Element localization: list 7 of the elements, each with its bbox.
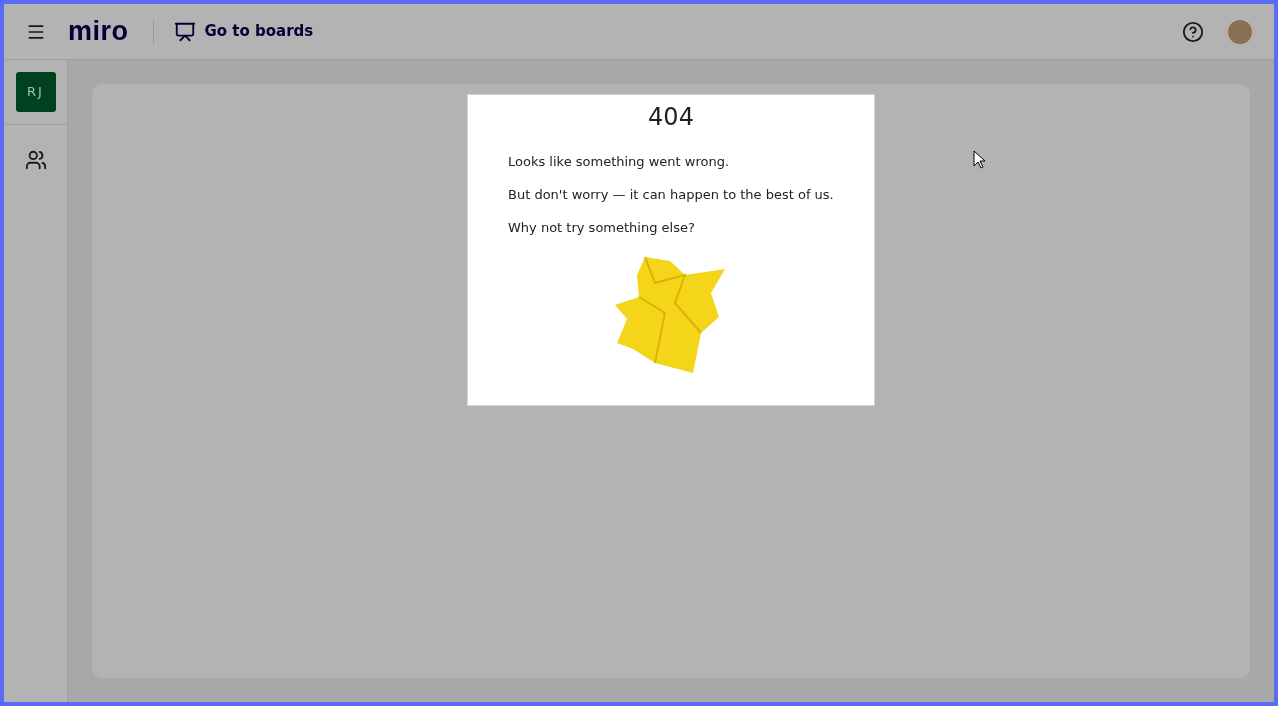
go-to-boards-button[interactable]: Go to boards xyxy=(173,20,314,43)
error-message: Why not try something else? xyxy=(508,219,696,237)
error-message: But don't worry — it can happen to the best of us. xyxy=(508,186,835,204)
team-avatar[interactable]: RJ xyxy=(15,72,56,112)
error-message: Looks like something went wrong. xyxy=(508,153,731,171)
error-code: 404 xyxy=(648,102,694,133)
logo[interactable]: miro xyxy=(68,18,129,45)
